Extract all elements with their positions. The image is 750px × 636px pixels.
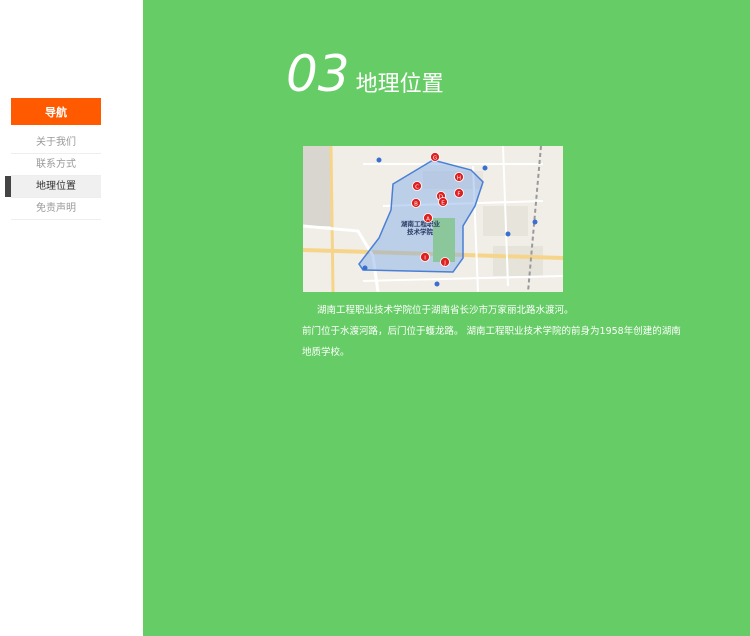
map-marker-c[interactable]: C [412,181,422,191]
map-marker-g[interactable]: G [430,152,440,162]
map-marker-b[interactable]: B [411,198,421,208]
sidebar: 导航 关于我们 联系方式 地理位置 免责声明 [0,0,143,636]
map-graphic: 湖南工程职业 技术学院 A B C D E F G H I J [303,146,563,292]
nav-item-location[interactable]: 地理位置 [11,176,101,198]
section-number: 03 [286,45,350,103]
nav-list: 关于我们 联系方式 地理位置 免责声明 [11,132,101,220]
svg-text:E: E [441,200,445,206]
svg-text:B: B [414,201,418,207]
svg-text:A: A [426,216,430,222]
map-marker-e[interactable]: E [438,197,448,207]
svg-text:H: H [457,175,461,181]
nav-item-about[interactable]: 关于我们 [11,132,101,154]
map-marker-a[interactable]: A [423,213,433,223]
map-marker-i[interactable]: I [420,252,430,262]
map-marker-f[interactable]: F [454,188,464,198]
svg-text:G: G [433,155,437,161]
map-marker-j[interactable]: J [440,257,450,267]
description-line-2: 前门位于水渡河路，后门位于蠖龙路。 湖南工程职业技术学院的前身为1958年创建的… [302,326,681,337]
map-campus-label-1: 湖南工程职业 [401,219,441,228]
svg-text:J: J [443,260,446,266]
location-map[interactable]: 湖南工程职业 技术学院 A B C D E F G H I J [303,146,563,292]
section-title: 03 地理位置 [286,42,444,106]
nav-item-disclaimer[interactable]: 免责声明 [11,198,101,220]
description-line-3: 地质学校。 [302,347,350,358]
nav-item-contact[interactable]: 联系方式 [11,154,101,176]
nav-header: 导航 [11,98,101,125]
map-marker-h[interactable]: H [454,172,464,182]
map-campus-label-2: 技术学院 [407,227,434,236]
description-line-1: 湖南工程职业技术学院位于湖南省长沙市万家丽北路水渡河。 [317,305,574,316]
section-heading: 地理位置 [355,72,444,97]
svg-text:F: F [457,191,460,197]
location-description: 湖南工程职业技术学院位于湖南省长沙市万家丽北路水渡河。 前门位于水渡河路，后门位… [302,300,702,363]
main-content: 03 地理位置 湖南工程职业 技术学院 A B C D E F G H I J … [143,0,750,636]
svg-text:C: C [415,184,419,190]
